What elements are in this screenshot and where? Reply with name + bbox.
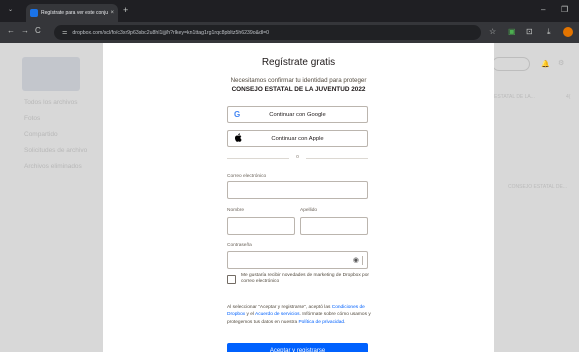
tab-title: Regístrate para ver este conjunt	[41, 10, 109, 16]
site-info-icon[interactable]: ⚌	[62, 29, 67, 36]
show-password-icon[interactable]: ◉	[353, 256, 359, 264]
first-name-field[interactable]	[227, 217, 295, 235]
sidepanel-icon[interactable]: ⊡	[526, 27, 533, 36]
divider-text: o	[296, 154, 299, 160]
forward-icon[interactable]: →	[21, 26, 29, 35]
apple-button-label: Continuar con Apple	[271, 135, 324, 142]
bell-icon: 🔔	[541, 61, 550, 68]
or-divider: o	[227, 154, 368, 162]
last-name-label: Apellido	[300, 208, 318, 213]
privacy-policy-link[interactable]: Política de privacidad	[298, 320, 344, 325]
profile-avatar[interactable]	[563, 27, 573, 37]
sidebar-item-deleted: Archivos eliminados	[24, 163, 82, 170]
dropbox-favicon-icon	[30, 9, 38, 17]
folder-thumbnail	[22, 57, 80, 91]
sidebar-item-all-files: Todos los archivos	[24, 99, 78, 106]
browser-toolbar: ← → C ⚌ dropbox.com/scl/fo/c3xr9p63sbc2u…	[0, 22, 579, 43]
marketing-checkbox[interactable]	[227, 275, 236, 284]
sidebar-item-requests: Solicitudes de archivo	[24, 147, 88, 154]
legal-end: .	[344, 319, 346, 325]
address-bar[interactable]: ⚌ dropbox.com/scl/fo/c3xr9p63sbc2u8hl1ij…	[54, 25, 481, 40]
email-label: Correo electrónico	[227, 174, 267, 179]
extension-icon[interactable]: ▣	[508, 27, 516, 36]
column-header-right: 4(	[566, 94, 571, 100]
download-icon[interactable]: ⤓	[547, 27, 551, 37]
row-text: CONSEJO ESTATAL DE...	[508, 184, 567, 190]
modal-subtitle: Necesitamos confirmar tu identidad para …	[230, 77, 367, 84]
url-text: dropbox.com/scl/fo/c3xr9p63sbc2u8hl1ijj/…	[72, 29, 270, 36]
password-label: Contraseña	[227, 243, 252, 248]
signup-modal: Regístrate gratis Necesitamos confirmar …	[103, 43, 494, 352]
reload-icon[interactable]: C	[35, 26, 41, 35]
first-name-label: Nombre	[227, 208, 245, 213]
minimize-icon[interactable]: –	[541, 5, 545, 14]
marketing-label: Me gustaría recibir novedades de marketi…	[241, 273, 369, 284]
legal-text: Al seleccionar "Aceptar y registrarse", …	[227, 304, 372, 326]
last-name-field[interactable]	[300, 217, 368, 235]
email-field[interactable]	[227, 181, 368, 199]
search-pill	[492, 57, 530, 71]
divider-line-right	[306, 158, 368, 159]
column-header: ESTATAL DE LA...	[494, 94, 535, 100]
tab-close-icon[interactable]: ×	[110, 10, 114, 16]
tab-search-icon[interactable]: ⌄	[8, 6, 13, 13]
modal-title: Regístrate gratis	[261, 57, 336, 68]
new-tab-button[interactable]: +	[123, 5, 128, 15]
restore-icon[interactable]: ❐	[561, 5, 568, 14]
apple-icon	[234, 133, 242, 144]
eye-separator	[362, 256, 363, 265]
service-agreement-link[interactable]: Acuerdo de servicios	[255, 312, 300, 317]
sidebar-item-photos: Fotos	[24, 115, 41, 122]
back-icon[interactable]: ←	[7, 26, 15, 35]
google-icon: G	[234, 110, 241, 119]
browser-tab-bar: ⌄ Regístrate para ver este conjunt × + –…	[0, 0, 579, 22]
browser-tab[interactable]: Regístrate para ver este conjunt ×	[26, 4, 118, 22]
gear-icon: ⚙	[558, 60, 565, 67]
google-button-label: Continuar con Google	[269, 111, 326, 118]
continue-apple-button[interactable]: Continuar con Apple	[227, 130, 368, 147]
accept-and-register-button[interactable]: Aceptar y registrarse	[227, 343, 368, 352]
legal-pre: Al seleccionar "Aceptar y registrarse", …	[227, 305, 332, 310]
bookmark-star-icon[interactable]: ☆	[489, 27, 496, 36]
continue-google-button[interactable]: G Continuar con Google	[227, 106, 368, 123]
sidebar-item-shared: Compartido	[24, 131, 58, 138]
password-field[interactable]: ◉	[227, 251, 368, 269]
organization-name: CONSEJO ESTATAL DE LA JUVENTUD 2022	[231, 86, 366, 93]
legal-mid1: y el	[245, 312, 256, 318]
